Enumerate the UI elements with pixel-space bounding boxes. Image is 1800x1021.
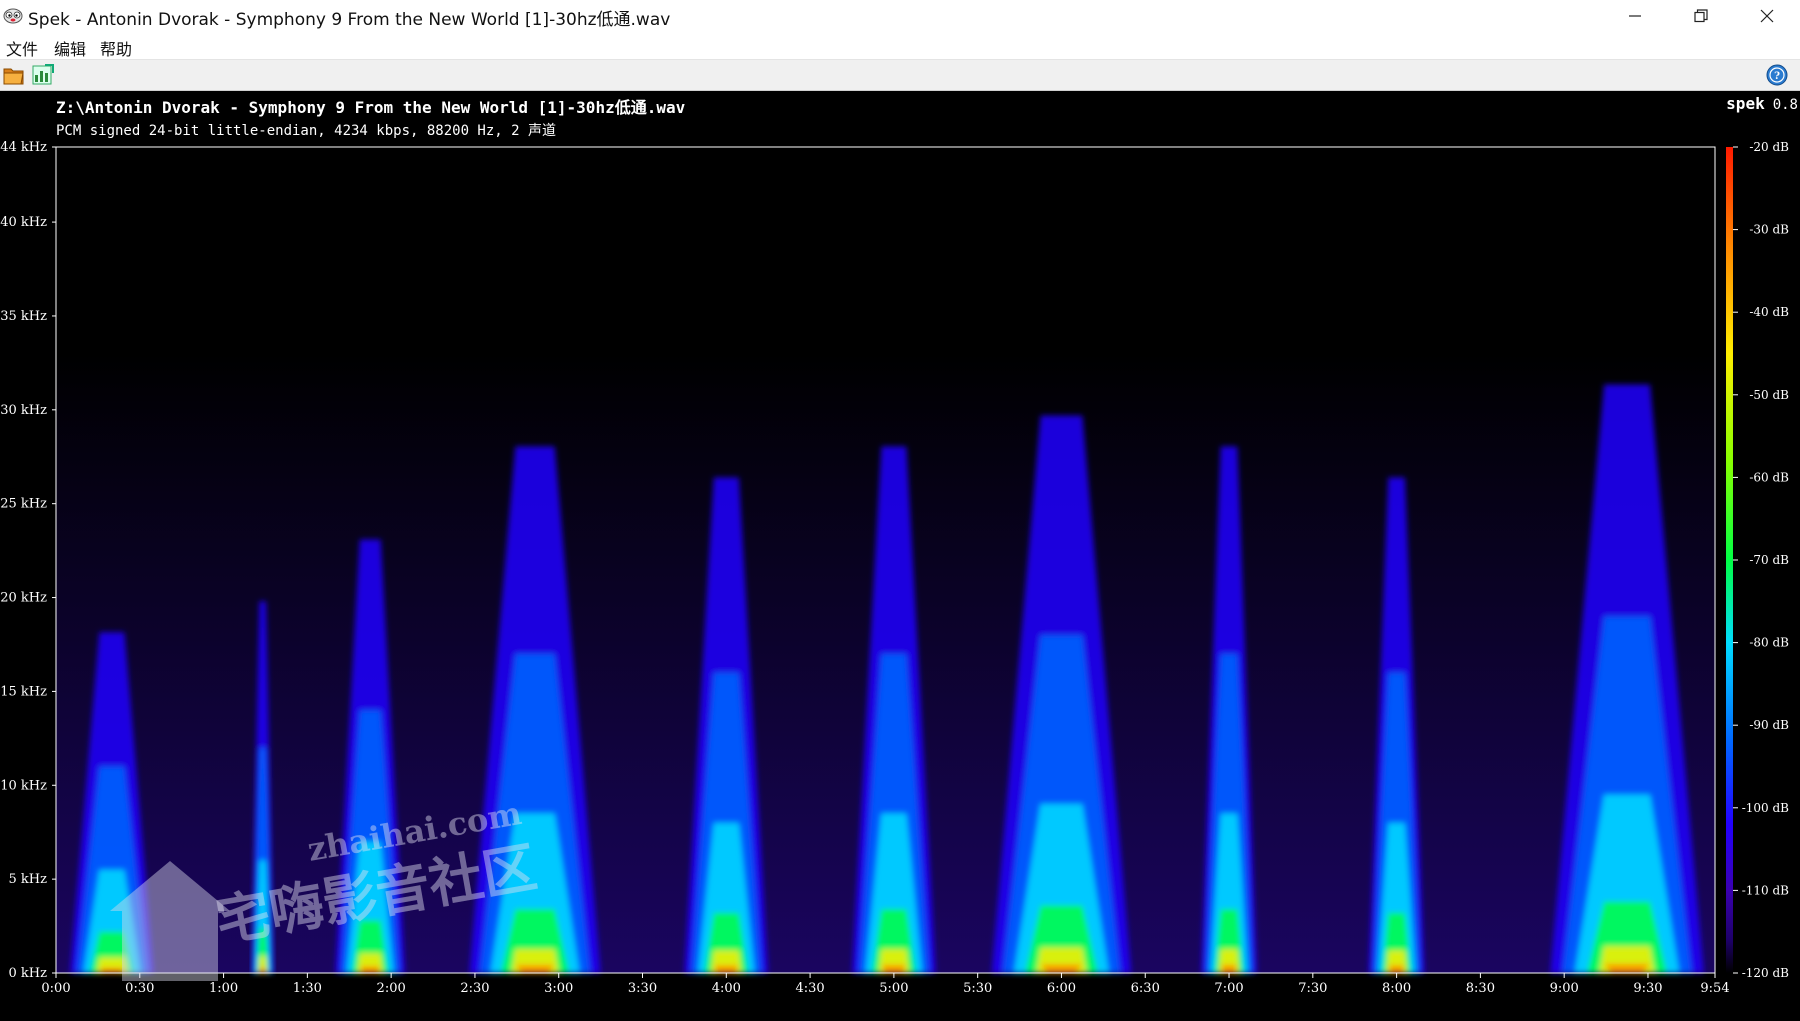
save-image-icon[interactable] bbox=[31, 63, 55, 87]
time-tick-label: 8:00 bbox=[1382, 981, 1411, 996]
time-tick-label: 5:00 bbox=[879, 981, 908, 996]
freq-tick-label: 30 kHz bbox=[0, 403, 47, 418]
time-tick-label: 0:00 bbox=[41, 981, 70, 996]
db-tick-label: -80 dB bbox=[1749, 636, 1789, 650]
app-logo-icon bbox=[3, 8, 23, 24]
freq-tick-label: 35 kHz bbox=[0, 309, 47, 324]
freq-tick-label: 10 kHz bbox=[0, 778, 47, 793]
spectrogram-view: Z:\Antonin Dvorak - Symphony 9 From the … bbox=[0, 91, 1800, 1013]
freq-tick-label: 15 kHz bbox=[0, 684, 47, 699]
restore-button[interactable] bbox=[1668, 0, 1734, 32]
time-tick-label: 7:00 bbox=[1214, 981, 1243, 996]
freq-tick-label: 20 kHz bbox=[0, 591, 47, 606]
time-tick-label: 4:00 bbox=[712, 981, 741, 996]
menu-help[interactable]: 帮助 bbox=[100, 36, 132, 60]
frequency-axis: 44 kHz 40 kHz 35 kHz 30 kHz 25 kHz 20 kHz 15 k… bbox=[0, 140, 56, 981]
loud-section-band bbox=[1040, 964, 1083, 973]
loud-section-band bbox=[881, 965, 907, 973]
close-button[interactable] bbox=[1734, 0, 1800, 32]
close-icon bbox=[1760, 9, 1774, 23]
menu-file[interactable]: 文件 bbox=[6, 36, 38, 60]
db-tick-label: -30 dB bbox=[1749, 223, 1789, 237]
time-tick-label: 9:54 bbox=[1700, 981, 1729, 996]
time-tick-label: 6:00 bbox=[1047, 981, 1076, 996]
freq-tick-label: 25 kHz bbox=[0, 497, 47, 512]
freq-tick-label: 40 kHz bbox=[0, 215, 47, 230]
watermark: zhaihai.com 宅嗨影音社区 bbox=[110, 794, 541, 981]
restore-icon bbox=[1694, 9, 1708, 23]
db-tick-label: -50 dB bbox=[1749, 388, 1789, 402]
db-scale-bar bbox=[1726, 147, 1733, 973]
time-tick-label: 9:00 bbox=[1550, 981, 1579, 996]
loud-section-band bbox=[1388, 965, 1405, 973]
db-tick-label: -110 dB bbox=[1742, 883, 1789, 897]
window-title: Spek - Antonin Dvorak - Symphony 9 From … bbox=[28, 10, 671, 30]
db-tick-label: -40 dB bbox=[1749, 305, 1789, 319]
title-bar: Spek - Antonin Dvorak - Symphony 9 From … bbox=[0, 0, 1800, 32]
db-tick-label: -90 dB bbox=[1749, 718, 1789, 732]
toolbar: ? bbox=[0, 60, 1800, 91]
minimize-icon bbox=[1629, 15, 1641, 17]
minimize-button[interactable] bbox=[1602, 0, 1668, 32]
db-tick-label: -70 dB bbox=[1749, 553, 1789, 567]
loud-section-band bbox=[1603, 964, 1651, 973]
time-tick-label: 3:30 bbox=[628, 981, 657, 996]
freq-tick-label: 5 kHz bbox=[9, 872, 48, 887]
time-tick-label: 8:30 bbox=[1466, 981, 1495, 996]
time-tick-label: 5:30 bbox=[963, 981, 992, 996]
db-axis: -20 dB -30 dB -40 dB -50 dB -60 dB -70 dB -80 … bbox=[1733, 140, 1789, 980]
db-tick-label: -60 dB bbox=[1749, 470, 1789, 484]
watermark-house-icon bbox=[110, 861, 230, 981]
time-tick-label: 9:30 bbox=[1633, 981, 1662, 996]
freq-tick-label: 0 kHz bbox=[9, 966, 48, 981]
freq-tick-label: 44 kHz bbox=[0, 140, 47, 155]
svg-text:?: ? bbox=[1774, 71, 1780, 82]
time-tick-label: 7:30 bbox=[1298, 981, 1327, 996]
menu-bar: 文件 编辑 帮助 bbox=[0, 32, 1800, 60]
open-file-icon[interactable] bbox=[2, 63, 26, 87]
loud-section-band bbox=[1220, 965, 1238, 973]
db-tick-label: -20 dB bbox=[1749, 140, 1789, 154]
menu-edit[interactable]: 编辑 bbox=[54, 36, 86, 60]
loud-section-band bbox=[713, 965, 739, 973]
db-tick-label: -100 dB bbox=[1742, 801, 1789, 815]
help-icon[interactable]: ? bbox=[1766, 64, 1788, 86]
db-tick-label: -120 dB bbox=[1742, 966, 1789, 980]
time-tick-label: 6:30 bbox=[1131, 981, 1160, 996]
time-tick-label: 4:30 bbox=[795, 981, 824, 996]
